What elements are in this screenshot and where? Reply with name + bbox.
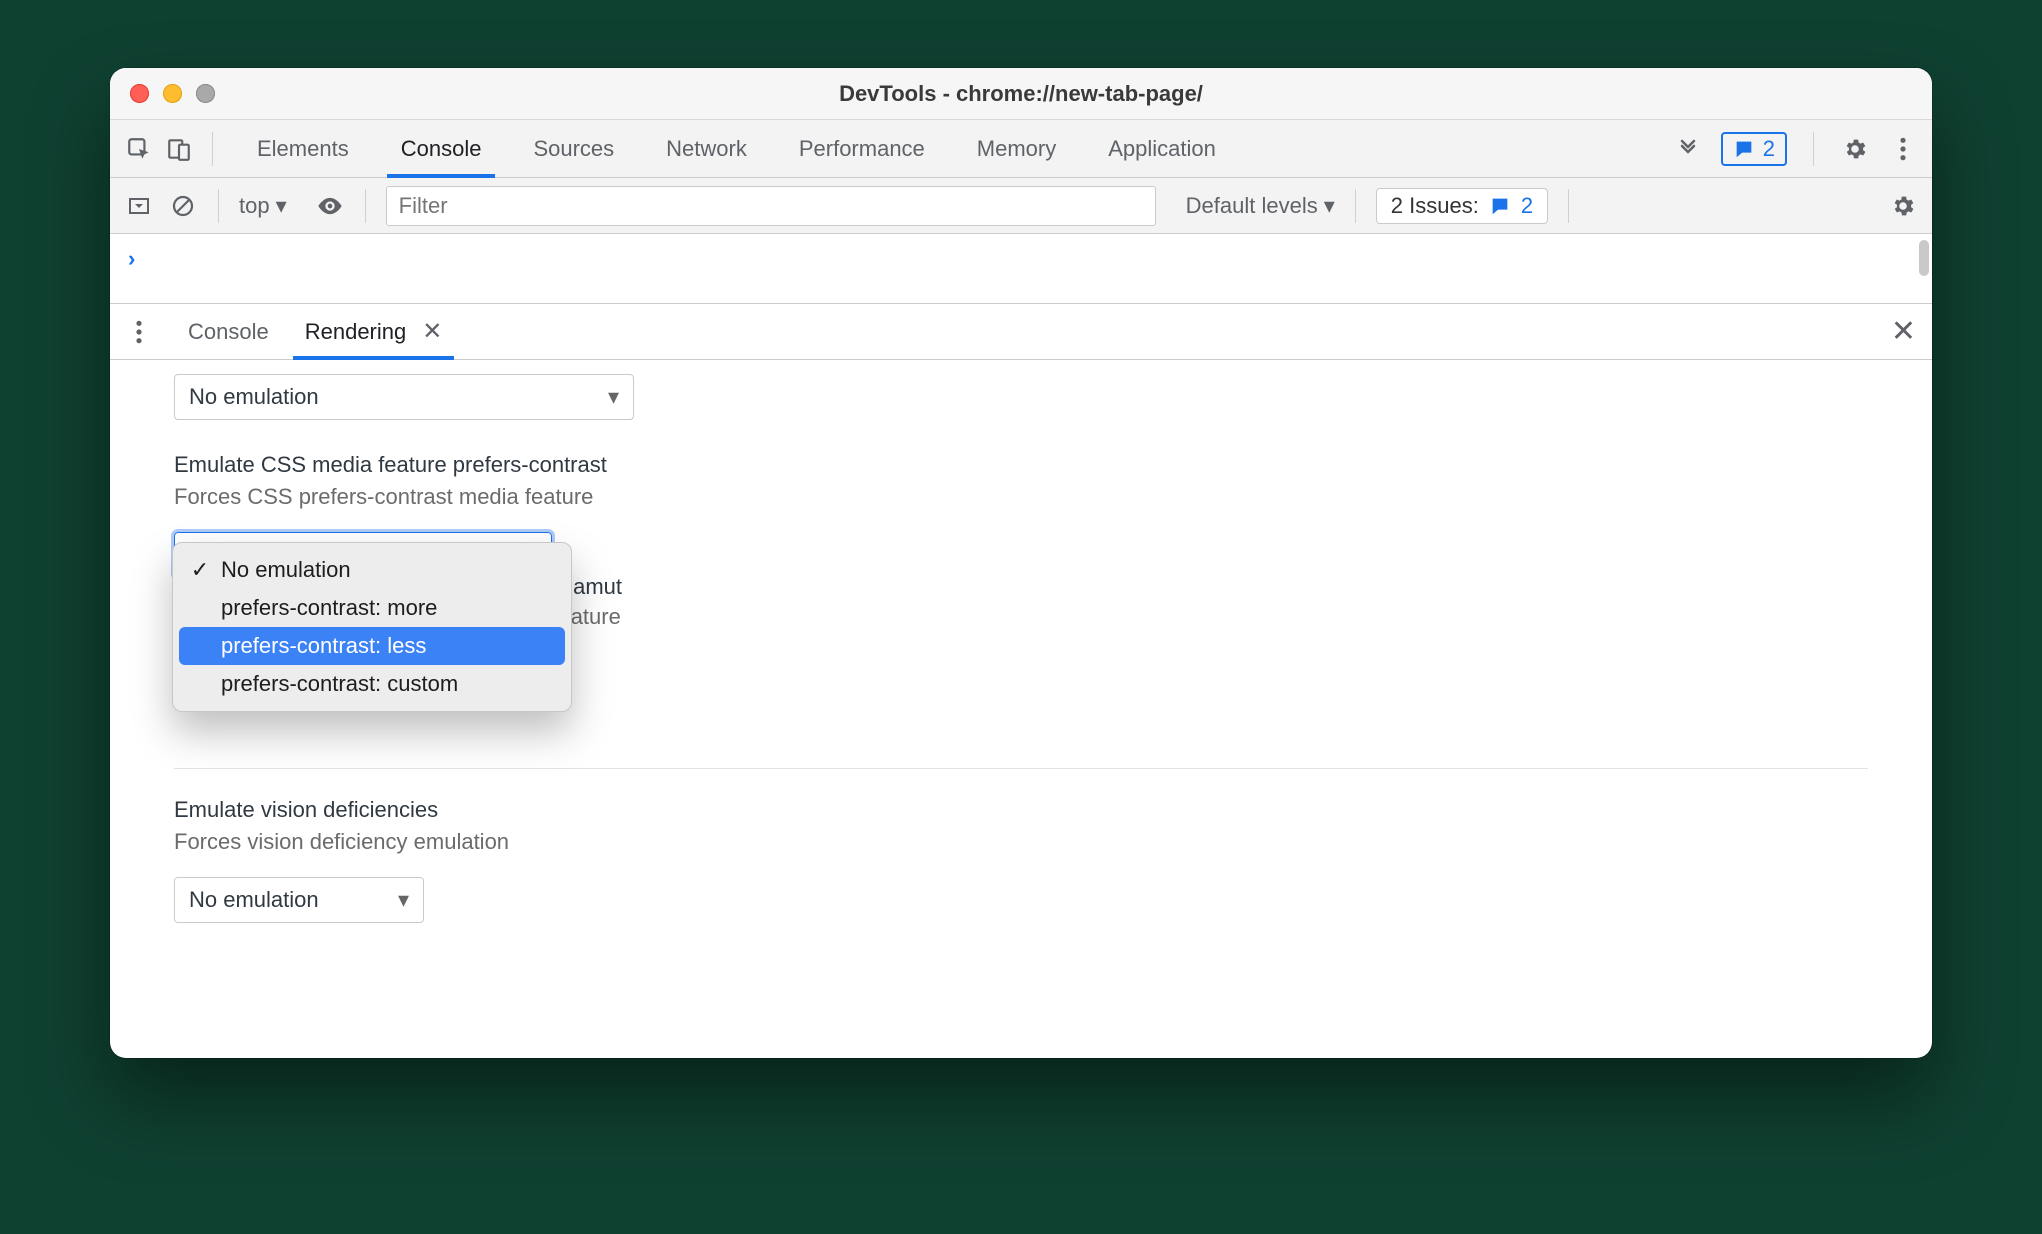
drawer-tab-label: Console [188, 319, 269, 345]
prefers-contrast-dropdown: ✓ No emulation prefers-contrast: more pr… [172, 542, 572, 712]
select-value: No emulation [189, 384, 319, 410]
divider [212, 132, 213, 166]
main-tabs: Elements Console Sources Network Perform… [231, 120, 1242, 177]
tab-label: Network [666, 136, 747, 162]
option-label: prefers-contrast: custom [221, 671, 458, 697]
console-input-area[interactable]: › [110, 234, 1932, 304]
main-toolbar: Elements Console Sources Network Perform… [110, 120, 1932, 178]
live-expression-icon[interactable] [315, 191, 345, 221]
issues-button[interactable]: 2 Issues: 2 [1376, 188, 1548, 224]
filter-input[interactable] [386, 186, 1156, 226]
select-value: No emulation [189, 887, 319, 913]
context-value: top [239, 193, 270, 219]
section-divider [174, 768, 1868, 769]
option-label: prefers-contrast: less [221, 633, 426, 659]
feedback-badge[interactable]: 2 [1721, 132, 1787, 166]
tab-label: Application [1108, 136, 1216, 162]
drawer-tab-label: Rendering [305, 319, 407, 345]
caret-down-icon: ▾ [398, 887, 409, 913]
tab-label: Sources [533, 136, 614, 162]
dropdown-option[interactable]: prefers-contrast: less [179, 627, 565, 665]
scrollbar-thumb[interactable] [1919, 240, 1929, 276]
device-toolbar-icon[interactable] [164, 134, 194, 164]
setting-desc-prefers-contrast: Forces CSS prefers-contrast media featur… [174, 484, 1868, 510]
check-icon: ✓ [189, 557, 211, 583]
titlebar: DevTools - chrome://new-tab-page/ [110, 68, 1932, 120]
tab-memory[interactable]: Memory [951, 120, 1082, 177]
close-drawer-icon[interactable]: ✕ [1891, 314, 1916, 349]
drawer-toolbar: Console Rendering ✕ ✕ [110, 304, 1932, 360]
window-title: DevTools - chrome://new-tab-page/ [110, 81, 1932, 107]
divider [365, 189, 366, 223]
issues-count: 2 [1521, 193, 1533, 219]
option-label: prefers-contrast: more [221, 595, 437, 621]
tab-performance[interactable]: Performance [773, 120, 951, 177]
drawer-tab-console[interactable]: Console [170, 304, 287, 359]
console-settings-icon[interactable] [1888, 191, 1918, 221]
drawer-kebab-icon[interactable] [126, 319, 152, 345]
toggle-sidebar-icon[interactable] [124, 191, 154, 221]
tab-elements[interactable]: Elements [231, 120, 375, 177]
levels-value: Default levels [1186, 193, 1318, 219]
close-tab-icon[interactable]: ✕ [416, 317, 442, 346]
setting-desc-vision: Forces vision deficiency emulation [174, 829, 1868, 855]
divider [1568, 189, 1569, 223]
setting-title-prefers-contrast: Emulate CSS media feature prefers-contra… [174, 452, 1868, 478]
clear-console-icon[interactable] [168, 191, 198, 221]
tab-label: Elements [257, 136, 349, 162]
drawer-tab-rendering[interactable]: Rendering ✕ [287, 304, 461, 359]
caret-down-icon: ▾ [1324, 193, 1335, 219]
drawer-tabs: Console Rendering ✕ [170, 304, 460, 359]
divider [218, 189, 219, 223]
emulation-select-generic[interactable]: No emulation ▾ [174, 374, 634, 420]
setting-title-vision: Emulate vision deficiencies [174, 797, 1868, 823]
settings-icon[interactable] [1840, 134, 1870, 164]
log-levels-selector[interactable]: Default levels ▾ [1186, 193, 1335, 219]
prompt-icon: › [128, 246, 135, 272]
tab-sources[interactable]: Sources [507, 120, 640, 177]
option-label: No emulation [221, 557, 351, 583]
tab-network[interactable]: Network [640, 120, 773, 177]
rendering-panel: No emulation ▾ Emulate CSS media feature… [110, 360, 1932, 1058]
tab-label: Performance [799, 136, 925, 162]
tab-label: Console [401, 136, 482, 162]
dropdown-option[interactable]: prefers-contrast: custom [179, 665, 565, 703]
vision-deficiency-select[interactable]: No emulation ▾ [174, 877, 424, 923]
devtools-window: DevTools - chrome://new-tab-page/ Elemen… [110, 68, 1932, 1058]
tab-label: Memory [977, 136, 1056, 162]
caret-down-icon: ▾ [608, 384, 619, 410]
tab-application[interactable]: Application [1082, 120, 1242, 177]
feedback-count: 2 [1763, 136, 1775, 162]
divider [1355, 189, 1356, 223]
more-tabs-icon[interactable] [1673, 134, 1703, 164]
console-toolbar: top ▾ Default levels ▾ 2 Issues: 2 [110, 178, 1932, 234]
caret-down-icon: ▾ [276, 193, 287, 219]
tab-console[interactable]: Console [375, 120, 508, 177]
inspect-icon[interactable] [124, 134, 154, 164]
context-selector[interactable]: top ▾ [239, 193, 287, 219]
issues-label: 2 Issues: [1391, 193, 1479, 219]
kebab-menu-icon[interactable] [1888, 134, 1918, 164]
divider [1813, 132, 1814, 166]
dropdown-option[interactable]: ✓ No emulation [179, 551, 565, 589]
dropdown-option[interactable]: prefers-contrast: more [179, 589, 565, 627]
